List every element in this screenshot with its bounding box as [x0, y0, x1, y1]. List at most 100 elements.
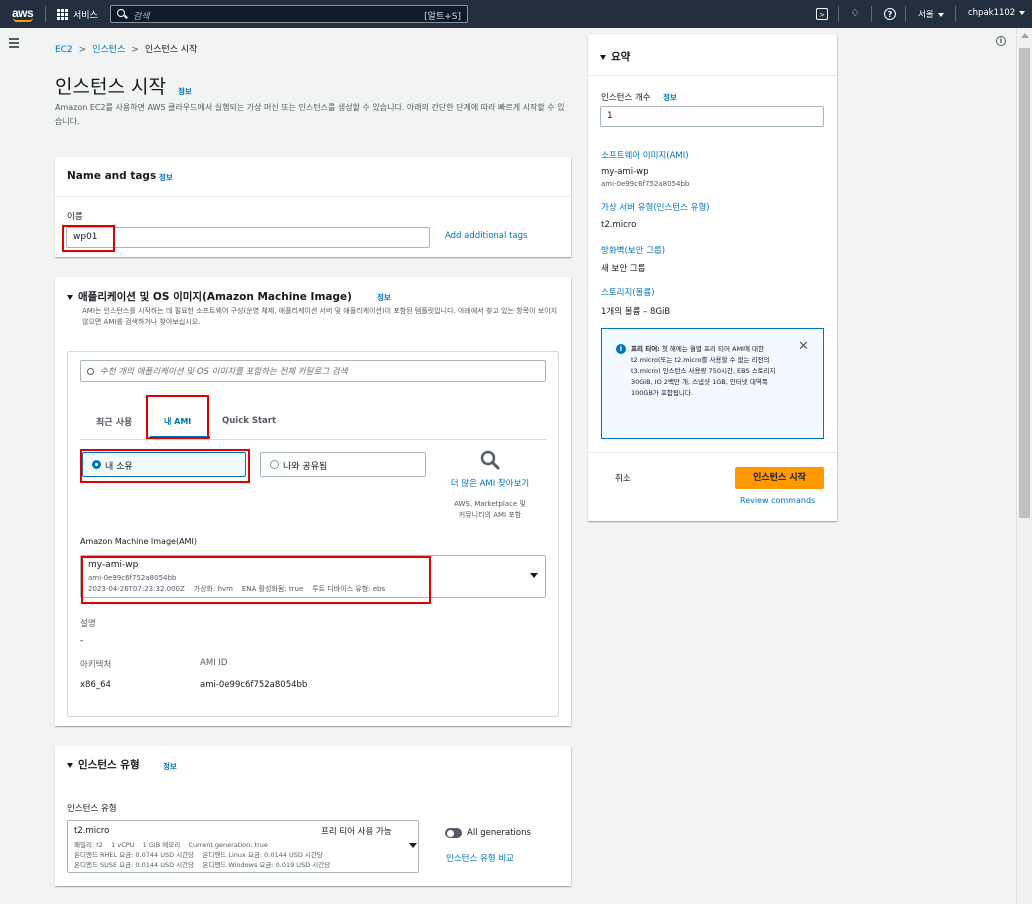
highlight-box: [81, 556, 431, 604]
instance-type-value: t2.micro: [74, 826, 110, 836]
ami-id-label: AMI ID: [200, 658, 228, 668]
name-label: 이름: [67, 212, 83, 222]
ami-panel-header[interactable]: 애플리케이션 및 OS 이미지(Amazon Machine Image): [67, 289, 352, 304]
cloudshell-icon[interactable]: >: [816, 8, 828, 20]
page-description: Amazon EC2를 사용하면 AWS 클라우드에서 실행되는 가상 머신 또…: [55, 103, 565, 126]
highlight-box: [80, 449, 250, 483]
radio-unselected[interactable]: [270, 460, 279, 469]
region-selector[interactable]: 서울: [918, 8, 944, 20]
breadcrumb: EC2 > 인스턴스 > 인스턴스 시작: [55, 42, 197, 55]
menu-hamburger-icon[interactable]: [9, 38, 19, 50]
instance-spec-line: 패밀리: t2 1 vCPU 1 GiB 메모리 Current generat…: [74, 841, 268, 849]
chevron-down-icon: [1019, 10, 1026, 15]
tab-recent[interactable]: 최근 사용: [96, 415, 132, 428]
top-navigation-bar: aws 서비스 검색 [알트+S] > ♢ ? 서울 chpak1102: [0, 0, 1032, 28]
software-image-name: my-ami-wp: [601, 167, 649, 177]
divider: [955, 6, 956, 22]
help-icon[interactable]: ?: [884, 8, 896, 20]
account-menu[interactable]: chpak1102: [968, 8, 1026, 18]
software-image-id: ami-0e99c6f752a8054bb: [601, 180, 690, 188]
ami-catalog-search-input[interactable]: 수천 개의 애플리케이션 및 OS 이미지를 포함하는 전체 카탈로그 검색: [80, 360, 546, 382]
instance-type-title: 인스턴스 유형: [78, 759, 140, 771]
ami-panel: 애플리케이션 및 OS 이미지(Amazon Machine Image) 정보…: [55, 277, 571, 726]
breadcrumb-ec2[interactable]: EC2: [55, 45, 73, 55]
summary-panel: 요약 인스턴스 개수 정보 1 소프트웨어 이미지(AMI) my-ami-wp…: [588, 35, 837, 521]
shared-with-me-option[interactable]: 나와 공유됨: [260, 452, 426, 477]
free-tier-callout: i 프리 티어: 첫 해에는 월별 프리 티어 AMI에 대한 t2.micro…: [601, 328, 824, 439]
firewall-link[interactable]: 방화벽(보안 그룹): [601, 244, 665, 256]
instance-count-input[interactable]: 1: [600, 106, 824, 127]
description-label: 설명: [80, 619, 96, 629]
instance-count-info-link[interactable]: 정보: [663, 92, 677, 103]
browse-more-subtext: AWS, Marketplace 및 커뮤니티의 AMI 포함: [454, 500, 526, 519]
collapse-triangle-icon: [67, 763, 73, 768]
aws-logo-smile-icon: [13, 18, 33, 22]
search-icon: [87, 368, 94, 375]
collapse-triangle-icon: [600, 55, 606, 60]
highlight-box: [62, 225, 115, 252]
cancel-button[interactable]: 취소: [615, 472, 631, 484]
search-shortcut-hint: [알트+S]: [424, 12, 461, 22]
divider: [871, 6, 872, 22]
ami-selector-container: 수천 개의 애플리케이션 및 OS 이미지를 포함하는 전체 카탈로그 검색 최…: [67, 351, 559, 717]
ami-description: AMI는 인스턴스를 시작하는 데 필요한 소프트웨어 구성(운영 체제, 애플…: [82, 307, 558, 326]
ami-id-value: ami-0e99c6f752a8054bb: [200, 680, 308, 690]
instance-type-header[interactable]: 인스턴스 유형: [67, 757, 140, 772]
name-and-tags-panel: Name and tags 정보 이름 wp01 Add additional …: [55, 157, 571, 257]
info-circle-icon: i: [616, 344, 626, 354]
divider: [838, 6, 839, 22]
global-search-input[interactable]: 검색 [알트+S]: [110, 5, 468, 23]
compare-instance-types-link[interactable]: 인스턴스 유형 비교: [446, 852, 514, 864]
name-tags-info-link[interactable]: 정보: [159, 172, 173, 183]
chevron-down-icon: [530, 573, 538, 578]
tab-quick-start[interactable]: Quick Start: [222, 416, 276, 426]
breadcrumb-instances[interactable]: 인스턴스: [92, 45, 125, 55]
instance-type-select[interactable]: t2.micro 프리 티어 사용 가능 패밀리: t2 1 vCPU 1 Gi…: [67, 820, 419, 873]
ami-title: 애플리케이션 및 OS 이미지(Amazon Machine Image): [78, 291, 352, 303]
close-icon[interactable]: ✕: [798, 339, 809, 354]
highlight-box: [146, 395, 209, 439]
info-panel-icon[interactable]: i: [996, 36, 1006, 46]
instance-type-info-link[interactable]: 정보: [163, 761, 177, 772]
collapse-triangle-icon: [67, 295, 73, 300]
free-tier-title: 프리 티어:: [631, 345, 660, 353]
instance-price-line: 온디맨드 RHEL 요금: 0.0744 USD 시간당 온디맨드 Linux …: [74, 851, 323, 859]
summary-title: 요약: [611, 51, 631, 63]
browse-more-ami[interactable]: 더 많은 AMI 찾아보기 AWS, Marketplace 및 커뮤니티의 A…: [438, 449, 542, 521]
storage-link[interactable]: 스토리지(볼륨): [601, 286, 655, 298]
shared-with-me-label: 나와 공유됨: [283, 462, 328, 472]
review-commands-link[interactable]: Review commands: [740, 496, 815, 505]
all-generations-toggle[interactable]: [445, 828, 462, 838]
breadcrumb-current: 인스턴스 시작: [144, 45, 198, 55]
scrollbar-thumb[interactable]: [1019, 48, 1030, 518]
services-grid-icon[interactable]: [57, 9, 68, 20]
divider: [45, 6, 46, 22]
services-menu[interactable]: 서비스: [73, 8, 98, 21]
server-type-link[interactable]: 가상 서버 유형(인스턴스 유형): [601, 201, 710, 213]
page-info-link[interactable]: 정보: [178, 86, 192, 97]
side-navigation-rail: [0, 28, 28, 904]
notifications-bell-icon[interactable]: ♢: [849, 8, 861, 20]
summary-divider: [588, 452, 837, 453]
ami-info-link[interactable]: 정보: [377, 292, 391, 303]
page-title: 인스턴스 시작: [55, 76, 166, 98]
chevron-right-icon: >: [78, 45, 87, 55]
free-tier-eligible-badge: 프리 티어 사용 가능: [321, 827, 392, 837]
divider: [905, 6, 906, 22]
page-scrollbar[interactable]: [1016, 28, 1032, 904]
instance-price-line: 온디맨드 SUSE 요금: 0.0144 USD 시간당 온디맨드 Window…: [74, 861, 331, 869]
storage-value: 1개의 볼륨 – 8GiB: [601, 307, 671, 317]
ami-search-placeholder: 수천 개의 애플리케이션 및 OS 이미지를 포함하는 전체 카탈로그 검색: [100, 367, 348, 377]
account-label: chpak1102: [968, 8, 1016, 18]
browse-more-ami-link[interactable]: 더 많은 AMI 찾아보기: [438, 478, 542, 491]
scroll-up-arrow-icon[interactable]: [1021, 33, 1029, 38]
panel-header: Name and tags 정보: [55, 157, 571, 197]
launch-instance-button[interactable]: 인스턴스 시작: [735, 467, 824, 489]
region-label: 서울: [918, 10, 934, 20]
software-image-link[interactable]: 소프트웨어 이미지(AMI): [601, 149, 689, 161]
name-input[interactable]: wp01: [66, 227, 430, 248]
add-additional-tags-link[interactable]: Add additional tags: [445, 231, 527, 241]
summary-header[interactable]: 요약: [588, 35, 837, 76]
firewall-value: 새 보안 그룹: [601, 264, 646, 274]
search-icon: [117, 9, 125, 17]
